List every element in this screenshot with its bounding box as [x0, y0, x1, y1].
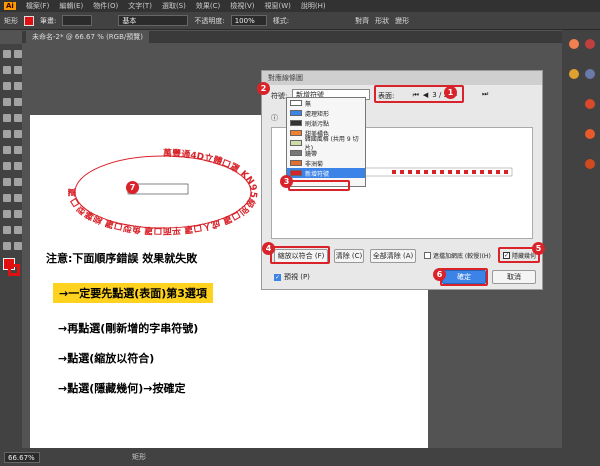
zoom-field[interactable]: 66.67%	[4, 451, 40, 463]
highlight-scale-fit	[270, 246, 330, 264]
ellipse-text: 萬豐通4D立體口罩 KN95級別口罩 成人口罩 平面口罩 魚型口罩 柳葉型口罩	[66, 147, 258, 237]
blend-tool-icon[interactable]	[14, 194, 22, 202]
highlight-symbol-select	[288, 180, 350, 191]
artboard-tool-icon[interactable]	[3, 226, 11, 234]
document-tab-bar: 未命名-2* @ 66.67 % (RGB/預覽)	[22, 31, 562, 43]
style-label: 樣式:	[272, 16, 290, 25]
symbol-option[interactable]: 無	[287, 98, 365, 108]
note-heading: 注意:下面順序錯誤 效果就失敗	[46, 252, 198, 265]
shape-label[interactable]: 形狀	[375, 16, 389, 26]
line-tool-icon[interactable]	[14, 82, 22, 90]
menu-file[interactable]: 檔案(F)	[26, 1, 50, 11]
menu-view[interactable]: 檢視(V)	[230, 1, 254, 11]
menu-window[interactable]: 視窗(W)	[264, 1, 290, 11]
swatch-icons[interactable]	[562, 30, 600, 230]
symbol-option[interactable]: 韓國風格 (共用 9 切片)	[287, 136, 365, 152]
stroke-style-select[interactable]: 基本	[118, 15, 189, 26]
step-badge-5: 5	[532, 242, 545, 255]
align-label[interactable]: 對齊	[355, 16, 369, 26]
perspective-tool-icon[interactable]	[14, 162, 22, 170]
menu-select[interactable]: 選取(S)	[162, 1, 186, 11]
note-step2: →再點選(剛新增的字串符號)	[58, 322, 199, 335]
clear-all-button[interactable]: 全部清除 (A)	[370, 249, 416, 263]
pencil-tool-icon[interactable]	[3, 114, 11, 122]
step-badge-4: 4	[262, 242, 275, 255]
direct-selection-tool-icon[interactable]	[14, 50, 22, 58]
right-panel-dock	[562, 30, 600, 448]
shade-label: 遮擋加網底 (較慢)(H)	[433, 253, 491, 260]
ellipse-text-art: 萬豐通4D立體口罩 KN95級別口罩 成人口罩 平面口罩 魚型口罩 柳葉型口罩	[66, 147, 258, 240]
shade-checkbox[interactable]: 遮擋加網底 (較慢)(H)	[424, 251, 491, 260]
fill-stroke-widget[interactable]	[0, 258, 22, 284]
opacity-field[interactable]: 100%	[230, 15, 267, 26]
brush-tool-icon[interactable]	[14, 98, 22, 106]
status-bar: 66.67% 矩形	[0, 448, 600, 466]
menu-edit[interactable]: 編輯(E)	[59, 1, 83, 11]
scale-tool-icon[interactable]	[14, 130, 22, 138]
zoom-tool-icon[interactable]	[14, 242, 22, 250]
symbol-option[interactable]: 非洲菊	[287, 158, 365, 168]
symbol-option-selected[interactable]: 新增符號	[287, 168, 365, 178]
menu-object[interactable]: 物件(O)	[93, 1, 118, 11]
step-badge-3: 3	[280, 175, 293, 188]
symbol-label: 符號:	[271, 92, 288, 100]
preview-label: 預視 (P)	[284, 273, 310, 281]
hand-tool-icon[interactable]	[3, 242, 11, 250]
symbol-option[interactable]: 刷漸污點	[287, 118, 365, 128]
menu-help[interactable]: 說明(H)	[301, 1, 326, 11]
graph-tool-icon[interactable]	[14, 210, 22, 218]
curvature-tool-icon[interactable]	[14, 66, 22, 74]
slice-tool-icon[interactable]	[14, 226, 22, 234]
tools-panel	[0, 44, 22, 448]
current-tool-label: 矩形	[132, 453, 146, 461]
fill-swatch[interactable]	[24, 15, 34, 26]
app-logo: Ai	[4, 2, 16, 10]
step-badge-6: 6	[433, 268, 446, 281]
preview-checkbox[interactable]: ✓ 預視 (P)	[274, 272, 310, 282]
transform-label[interactable]: 變形	[395, 16, 409, 26]
symbol-option[interactable]: 處理矩形	[287, 108, 365, 118]
stroke-weight-field[interactable]	[62, 15, 93, 26]
object-type-label: 矩形	[4, 16, 18, 25]
menu-type[interactable]: 文字(T)	[128, 1, 152, 11]
type-tool-icon[interactable]	[3, 82, 11, 90]
step-badge-2: 2	[257, 82, 270, 95]
clear-button[interactable]: 清除 (C)	[334, 249, 364, 263]
menu-bar: Ai 檔案(F) 編輯(E) 物件(O) 文字(T) 選取(S) 效果(C) 檢…	[0, 0, 600, 12]
control-bar: 矩形 筆畫: 基本 不透明度: 100% 樣式: 對齊 形狀 變形	[0, 12, 600, 30]
stroke-label: 筆畫:	[40, 16, 57, 25]
eyedropper-tool-icon[interactable]	[3, 194, 11, 202]
last-surface-icon[interactable]: ⏭	[482, 90, 488, 99]
selection-tool-icon[interactable]	[3, 50, 11, 58]
cancel-button[interactable]: 取消	[492, 270, 536, 284]
preview-check-icon: ✓	[274, 273, 281, 281]
gradient-tool-icon[interactable]	[14, 178, 22, 186]
note-step3: →點選(縮放以符合)	[58, 352, 155, 365]
mapped-symbol-strip	[392, 170, 508, 174]
rectangle-tool-icon[interactable]	[3, 98, 11, 106]
pen-tool-icon[interactable]	[3, 66, 11, 74]
symbol-dropdown-list: 無 處理矩形 刷漸污點 甜美橘色 韓國風格 (共用 9 切片) 鏡帶 非洲菊 新…	[286, 97, 366, 187]
note-step4: →點選(隱藏幾何)→按確定	[58, 382, 186, 395]
step-badge-1: 1	[444, 86, 457, 99]
highlight-ok	[440, 268, 488, 286]
note-step1: →一定要先點選(表面)第3選項	[53, 283, 213, 303]
width-tool-icon[interactable]	[3, 146, 11, 154]
free-transform-tool-icon[interactable]	[14, 146, 22, 154]
rotate-tool-icon[interactable]	[3, 130, 11, 138]
eraser-tool-icon[interactable]	[14, 114, 22, 122]
menu-effect[interactable]: 效果(C)	[196, 1, 220, 11]
document-tab[interactable]: 未命名-2* @ 66.67 % (RGB/預覽)	[26, 31, 149, 43]
symbol-sprayer-tool-icon[interactable]	[3, 210, 11, 218]
dialog-title: 對應線條圖	[262, 71, 542, 85]
shape-builder-tool-icon[interactable]	[3, 162, 11, 170]
step-badge-7: 7	[126, 181, 139, 194]
opacity-label: 不透明度:	[194, 16, 225, 25]
info-icon: ⓘ	[271, 114, 278, 122]
mesh-tool-icon[interactable]	[3, 178, 11, 186]
svg-text:萬豐通4D立體口罩 KN95級別口罩 成人口罩 平面口罩 魚: 萬豐通4D立體口罩 KN95級別口罩 成人口罩 平面口罩 魚型口罩 柳葉型口罩	[68, 148, 258, 237]
